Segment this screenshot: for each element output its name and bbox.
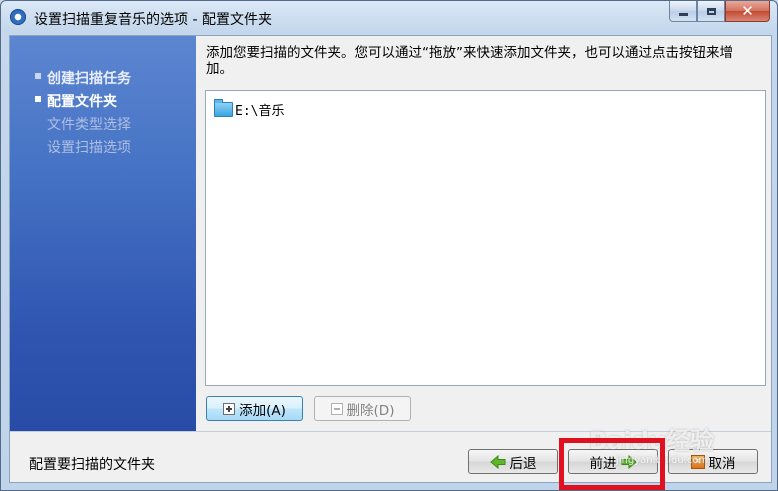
title-bar[interactable]: 设置扫描重复音乐的选项 - 配置文件夹 ✕: [1, 1, 777, 33]
wizard-steps-panel: 创建扫描任务 配置文件夹 文件类型选择 设置扫描选项: [10, 36, 196, 431]
step-bullet-icon: [35, 96, 41, 102]
dialog-body: 创建扫描任务 配置文件夹 文件类型选择 设置扫描选项 添加您要扫描的文件夹。您可…: [9, 35, 772, 483]
close-button[interactable]: ✕: [725, 1, 770, 22]
close-icon: ✕: [741, 2, 754, 20]
step-scan-options: 设置扫描选项: [47, 140, 131, 156]
step-file-type: 文件类型选择: [47, 117, 131, 133]
folder-icon: [214, 99, 233, 117]
delete-button-label: 删除(D): [346, 402, 395, 419]
status-text: 配置要扫描的文件夹: [29, 457, 155, 473]
app-icon: [10, 9, 26, 25]
delete-folder-button[interactable]: 删除(D): [314, 396, 411, 421]
minus-icon: [330, 402, 343, 415]
maximize-icon: [706, 7, 716, 15]
instruction-text: 添加您要扫描的文件夹。您可以通过“拖放”来快速添加文件夹，也可以通过点击按钮来增…: [206, 45, 733, 77]
back-button[interactable]: 后退: [468, 449, 558, 474]
add-button-label: 添加(A): [239, 402, 286, 419]
step-bullet-icon: [35, 73, 41, 79]
minimize-button[interactable]: [669, 1, 697, 22]
caption-buttons: ✕: [669, 1, 770, 22]
plus-icon: [223, 402, 236, 415]
dialog-window: 设置扫描重复音乐的选项 - 配置文件夹 ✕ 创建扫描任务 配置文件夹 文件类型选…: [0, 0, 778, 491]
list-item[interactable]: E:\音乐: [214, 99, 285, 119]
folder-list[interactable]: E:\音乐: [205, 90, 766, 386]
back-button-label: 后退: [509, 455, 537, 472]
highlight-box: [559, 438, 665, 490]
add-folder-button[interactable]: 添加(A): [206, 396, 303, 421]
window-title: 设置扫描重复音乐的选项 - 配置文件夹: [34, 12, 272, 28]
step-create-task: 创建扫描任务: [47, 71, 131, 87]
step-configure-folder: 配置文件夹: [47, 94, 117, 110]
maximize-button[interactable]: [697, 1, 725, 22]
folder-path: E:\音乐: [235, 104, 285, 119]
minimize-icon: [678, 12, 688, 16]
left-arrow-icon: [489, 454, 505, 469]
